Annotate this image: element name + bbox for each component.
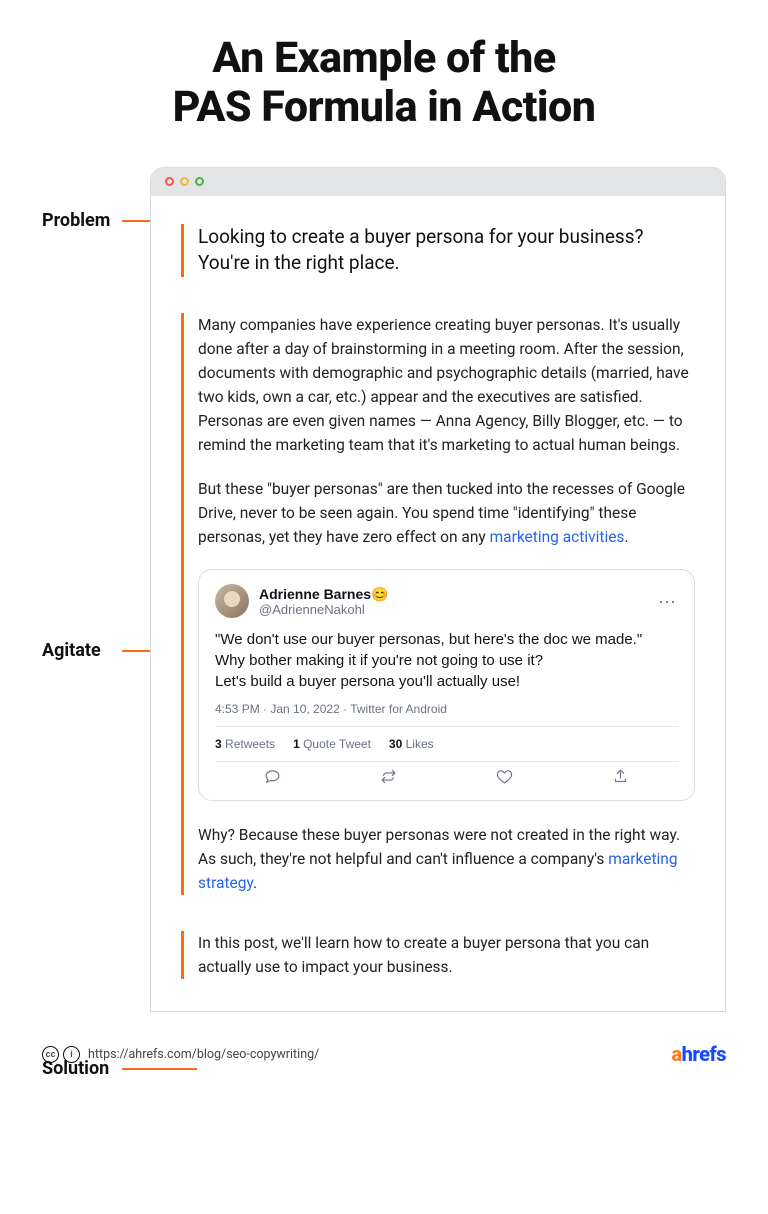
tweet-author-handle: @AdrienneNakohl (259, 603, 388, 617)
traffic-light-min-icon (180, 177, 189, 186)
section-solution: In this post, we'll learn how to create … (181, 931, 695, 979)
tweet-stats: 3 Retweets 1 Quote Tweet 30 Likes (215, 727, 678, 761)
avatar (215, 584, 249, 618)
tweet-line-2: Why bother making it if you're not going… (215, 652, 543, 669)
tweet-line-3: Let's build a buyer persona you'll actua… (215, 673, 520, 690)
link-marketing-activities[interactable]: marketing activities (490, 528, 625, 546)
agitate-para-3-b: . (253, 874, 257, 892)
tweet-more-icon[interactable]: ··· (658, 591, 678, 612)
tweet-retweets-label: Retweets (225, 737, 275, 751)
ahrefs-logo: ahrefs (672, 1042, 727, 1066)
reply-icon[interactable] (264, 768, 281, 790)
section-problem: Looking to create a buyer persona for yo… (181, 224, 695, 277)
embedded-tweet: Adrienne Barnes😊 @AdrienneNakohl ··· "We… (198, 569, 695, 801)
tweet-body: "We don't use our buyer personas, but he… (215, 630, 678, 692)
tweet-author-name: Adrienne Barnes😊 (259, 586, 388, 603)
title-line-1: An Example of the (212, 33, 555, 83)
agitate-para-3: Why? Because these buyer personas were n… (198, 823, 695, 895)
section-agitate: Many companies have experience creating … (181, 313, 695, 895)
page-title: An Example of the PAS Formula in Action (42, 34, 726, 133)
problem-text: Looking to create a buyer persona for yo… (198, 224, 695, 277)
agitate-para-2-b: . (624, 528, 628, 546)
retweet-icon[interactable] (380, 768, 397, 790)
tweet-quotes-count: 1 (293, 737, 300, 751)
tweet-line-1: "We don't use our buyer personas, but he… (215, 631, 642, 648)
tweet-likes-count: 30 (389, 737, 402, 751)
share-icon[interactable] (612, 768, 629, 790)
tweet-timestamp: 4:53 PM · Jan 10, 2022 · Twitter for And… (215, 702, 678, 726)
connector-solution (122, 1068, 197, 1070)
title-line-2: PAS Formula in Action (173, 82, 596, 132)
solution-text: In this post, we'll learn how to create … (198, 931, 695, 979)
browser-window: Looking to create a buyer persona for yo… (150, 167, 726, 1012)
like-icon[interactable] (496, 768, 513, 790)
tweet-quotes-label: Quote Tweet (303, 737, 371, 751)
agitate-para-1: Many companies have experience creating … (198, 313, 695, 457)
traffic-light-close-icon (165, 177, 174, 186)
window-titlebar (151, 168, 725, 196)
footer: cc i https://ahrefs.com/blog/seo-copywri… (42, 1042, 726, 1066)
ahrefs-logo-a: a (672, 1042, 682, 1066)
agitate-para-2: But these "buyer personas" are then tuck… (198, 477, 695, 549)
traffic-light-max-icon (195, 177, 204, 186)
ahrefs-logo-rest: hrefs (682, 1042, 726, 1066)
tweet-retweets-count: 3 (215, 737, 222, 751)
tweet-author-name-text: Adrienne Barnes (259, 586, 371, 602)
tweet-likes-label: Likes (406, 737, 434, 751)
tweet-author-emoji: 😊 (371, 586, 388, 602)
